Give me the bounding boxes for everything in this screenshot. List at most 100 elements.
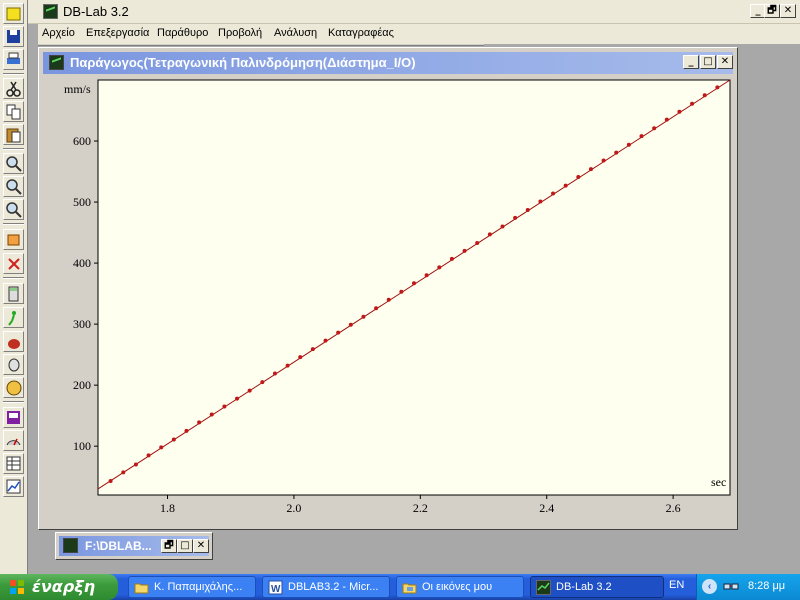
app-close-button[interactable]: ✕ <box>780 4 796 18</box>
data-point <box>171 437 176 442</box>
taskbar-item-dblab[interactable]: DB-Lab 3.2 <box>530 576 664 598</box>
menu-bar: Αρχείο Επεξεργασία Παράθυρο Προβολή Ανάλ… <box>38 24 800 44</box>
paste-icon[interactable] <box>3 124 24 145</box>
start-button[interactable]: έναρξη <box>0 574 118 600</box>
data-point <box>639 134 644 139</box>
taskbar-item-folder[interactable]: Κ. Παπαμιχάλης... <box>128 576 256 598</box>
data-point <box>374 306 379 311</box>
data-point <box>361 314 366 319</box>
system-tray: ‹ 8:28 μμ <box>696 574 800 600</box>
graph-icon[interactable] <box>3 476 24 497</box>
zoom-fit-icon[interactable] <box>3 199 24 220</box>
menu-window[interactable]: Παράθυρο <box>157 27 208 39</box>
table-icon[interactable] <box>3 453 24 474</box>
language-indicator[interactable]: EN <box>669 579 684 591</box>
graph-window-titlebar[interactable]: Παράγωγος(Τετραγωνική Παλινδρόμηση(Διάστ… <box>43 52 733 74</box>
app-titlebar: DB-Lab 3.2 _ 🗗 ✕ <box>0 0 800 24</box>
y-axis: 100 200 300 400 500 600 <box>73 134 98 453</box>
taskbar-item-pictures[interactable]: Οι εικόνες μου <box>396 576 524 598</box>
minimized-window-titlebar[interactable]: F:\DBLAB... 🗗 □ ✕ <box>59 536 209 556</box>
data-point <box>487 232 492 237</box>
data-point <box>108 478 113 483</box>
chart[interactable]: 100200300400500600 1.8 2.0 2.2 2.4 2.6 mm/s … <box>43 76 733 526</box>
toolbar-separator <box>3 223 24 225</box>
data-point <box>222 404 227 409</box>
svg-text:W: W <box>271 584 281 595</box>
dblab-window-icon <box>63 538 78 553</box>
menu-file[interactable]: Αρχείο <box>42 27 75 39</box>
print-icon[interactable] <box>3 49 24 70</box>
x-axis-label: sec <box>711 475 726 489</box>
taskbar-item-label: DB-Lab 3.2 <box>556 581 612 593</box>
data-icon[interactable] <box>3 407 24 428</box>
left-toolbar <box>0 0 28 574</box>
run-icon[interactable] <box>3 307 24 328</box>
data-point <box>652 126 657 131</box>
app-restore-button[interactable]: 🗗 <box>764 4 780 18</box>
menu-view[interactable]: Προβολή <box>218 27 262 39</box>
network-icon[interactable] <box>723 579 739 594</box>
data-point <box>664 117 669 122</box>
menu-logger[interactable]: Καταγραφέας <box>328 27 394 39</box>
data-point <box>336 330 341 335</box>
data-point <box>690 101 695 106</box>
graph-close-button[interactable]: ✕ <box>717 55 733 69</box>
data-point <box>323 338 328 343</box>
data-point <box>235 396 240 401</box>
zoom-in-icon[interactable] <box>3 153 24 174</box>
menu-edit[interactable]: Επεξεργασία <box>86 27 149 39</box>
gauge-icon[interactable] <box>3 430 24 451</box>
menu-analysis[interactable]: Ανάλυση <box>274 27 317 39</box>
minimized-window[interactable]: F:\DBLAB... 🗗 □ ✕ <box>55 532 213 560</box>
data-point <box>247 388 252 393</box>
copy-icon[interactable] <box>3 101 24 122</box>
app-title: DB-Lab 3.2 <box>63 4 129 19</box>
tray-expand-icon[interactable]: ‹ <box>702 579 717 594</box>
y-tick-label: 200 <box>73 378 91 392</box>
minimized-close-button[interactable]: ✕ <box>193 539 209 553</box>
cut-icon[interactable] <box>3 78 24 99</box>
data-point <box>715 85 720 90</box>
y-tick-label: 600 <box>73 134 91 148</box>
data-point <box>513 215 518 220</box>
data-point <box>121 470 126 475</box>
minimized-restore-button[interactable]: 🗗 <box>161 539 177 553</box>
data-point <box>538 199 543 204</box>
graph-window: Παράγωγος(Τετραγωνική Παλινδρόμηση(Διάστ… <box>38 47 738 530</box>
probe-icon[interactable] <box>3 354 24 375</box>
graph-window-title: Παράγωγος(Τετραγωνική Παλινδρόμηση(Διάστ… <box>70 55 416 70</box>
minimized-maximize-button[interactable]: □ <box>177 539 193 553</box>
new-icon[interactable] <box>3 3 24 24</box>
data-point <box>209 412 214 417</box>
data-point <box>146 453 151 458</box>
word-icon: W <box>268 580 283 595</box>
data-point <box>702 93 707 98</box>
hand-icon[interactable] <box>3 377 24 398</box>
add-marker-icon[interactable] <box>3 229 24 250</box>
taskbar-item-label: Οι εικόνες μου <box>422 581 493 593</box>
y-tick-label: 100 <box>73 439 91 453</box>
delete-marker-icon[interactable] <box>3 253 24 274</box>
graph-maximize-button[interactable]: □ <box>700 55 716 69</box>
data-point <box>588 167 593 172</box>
calculator-icon[interactable] <box>3 283 24 304</box>
graph-minimize-button[interactable]: _ <box>683 55 699 69</box>
x-axis: 1.8 2.0 2.2 2.4 2.6 <box>160 495 681 515</box>
data-point <box>525 207 530 212</box>
toolbar-separator <box>3 73 24 75</box>
taskbar: έναρξη Κ. Παπαμιχάλης... W DBLAB3.2 - Mi… <box>0 574 800 600</box>
zoom-out-icon[interactable] <box>3 176 24 197</box>
data-point <box>614 150 619 155</box>
data-point <box>260 380 265 385</box>
data-point <box>310 347 315 352</box>
sensor-icon[interactable] <box>3 331 24 352</box>
taskbar-item-word[interactable]: W DBLAB3.2 - Micr... <box>262 576 390 598</box>
data-point <box>449 256 454 261</box>
dblab-app-icon <box>43 4 58 19</box>
plot-area[interactable] <box>97 79 731 496</box>
save-icon[interactable] <box>3 26 24 47</box>
start-label: έναρξη <box>32 577 96 596</box>
windows-logo-icon <box>10 580 24 594</box>
toolbar-separator <box>3 148 24 150</box>
folder-icon <box>134 583 149 594</box>
